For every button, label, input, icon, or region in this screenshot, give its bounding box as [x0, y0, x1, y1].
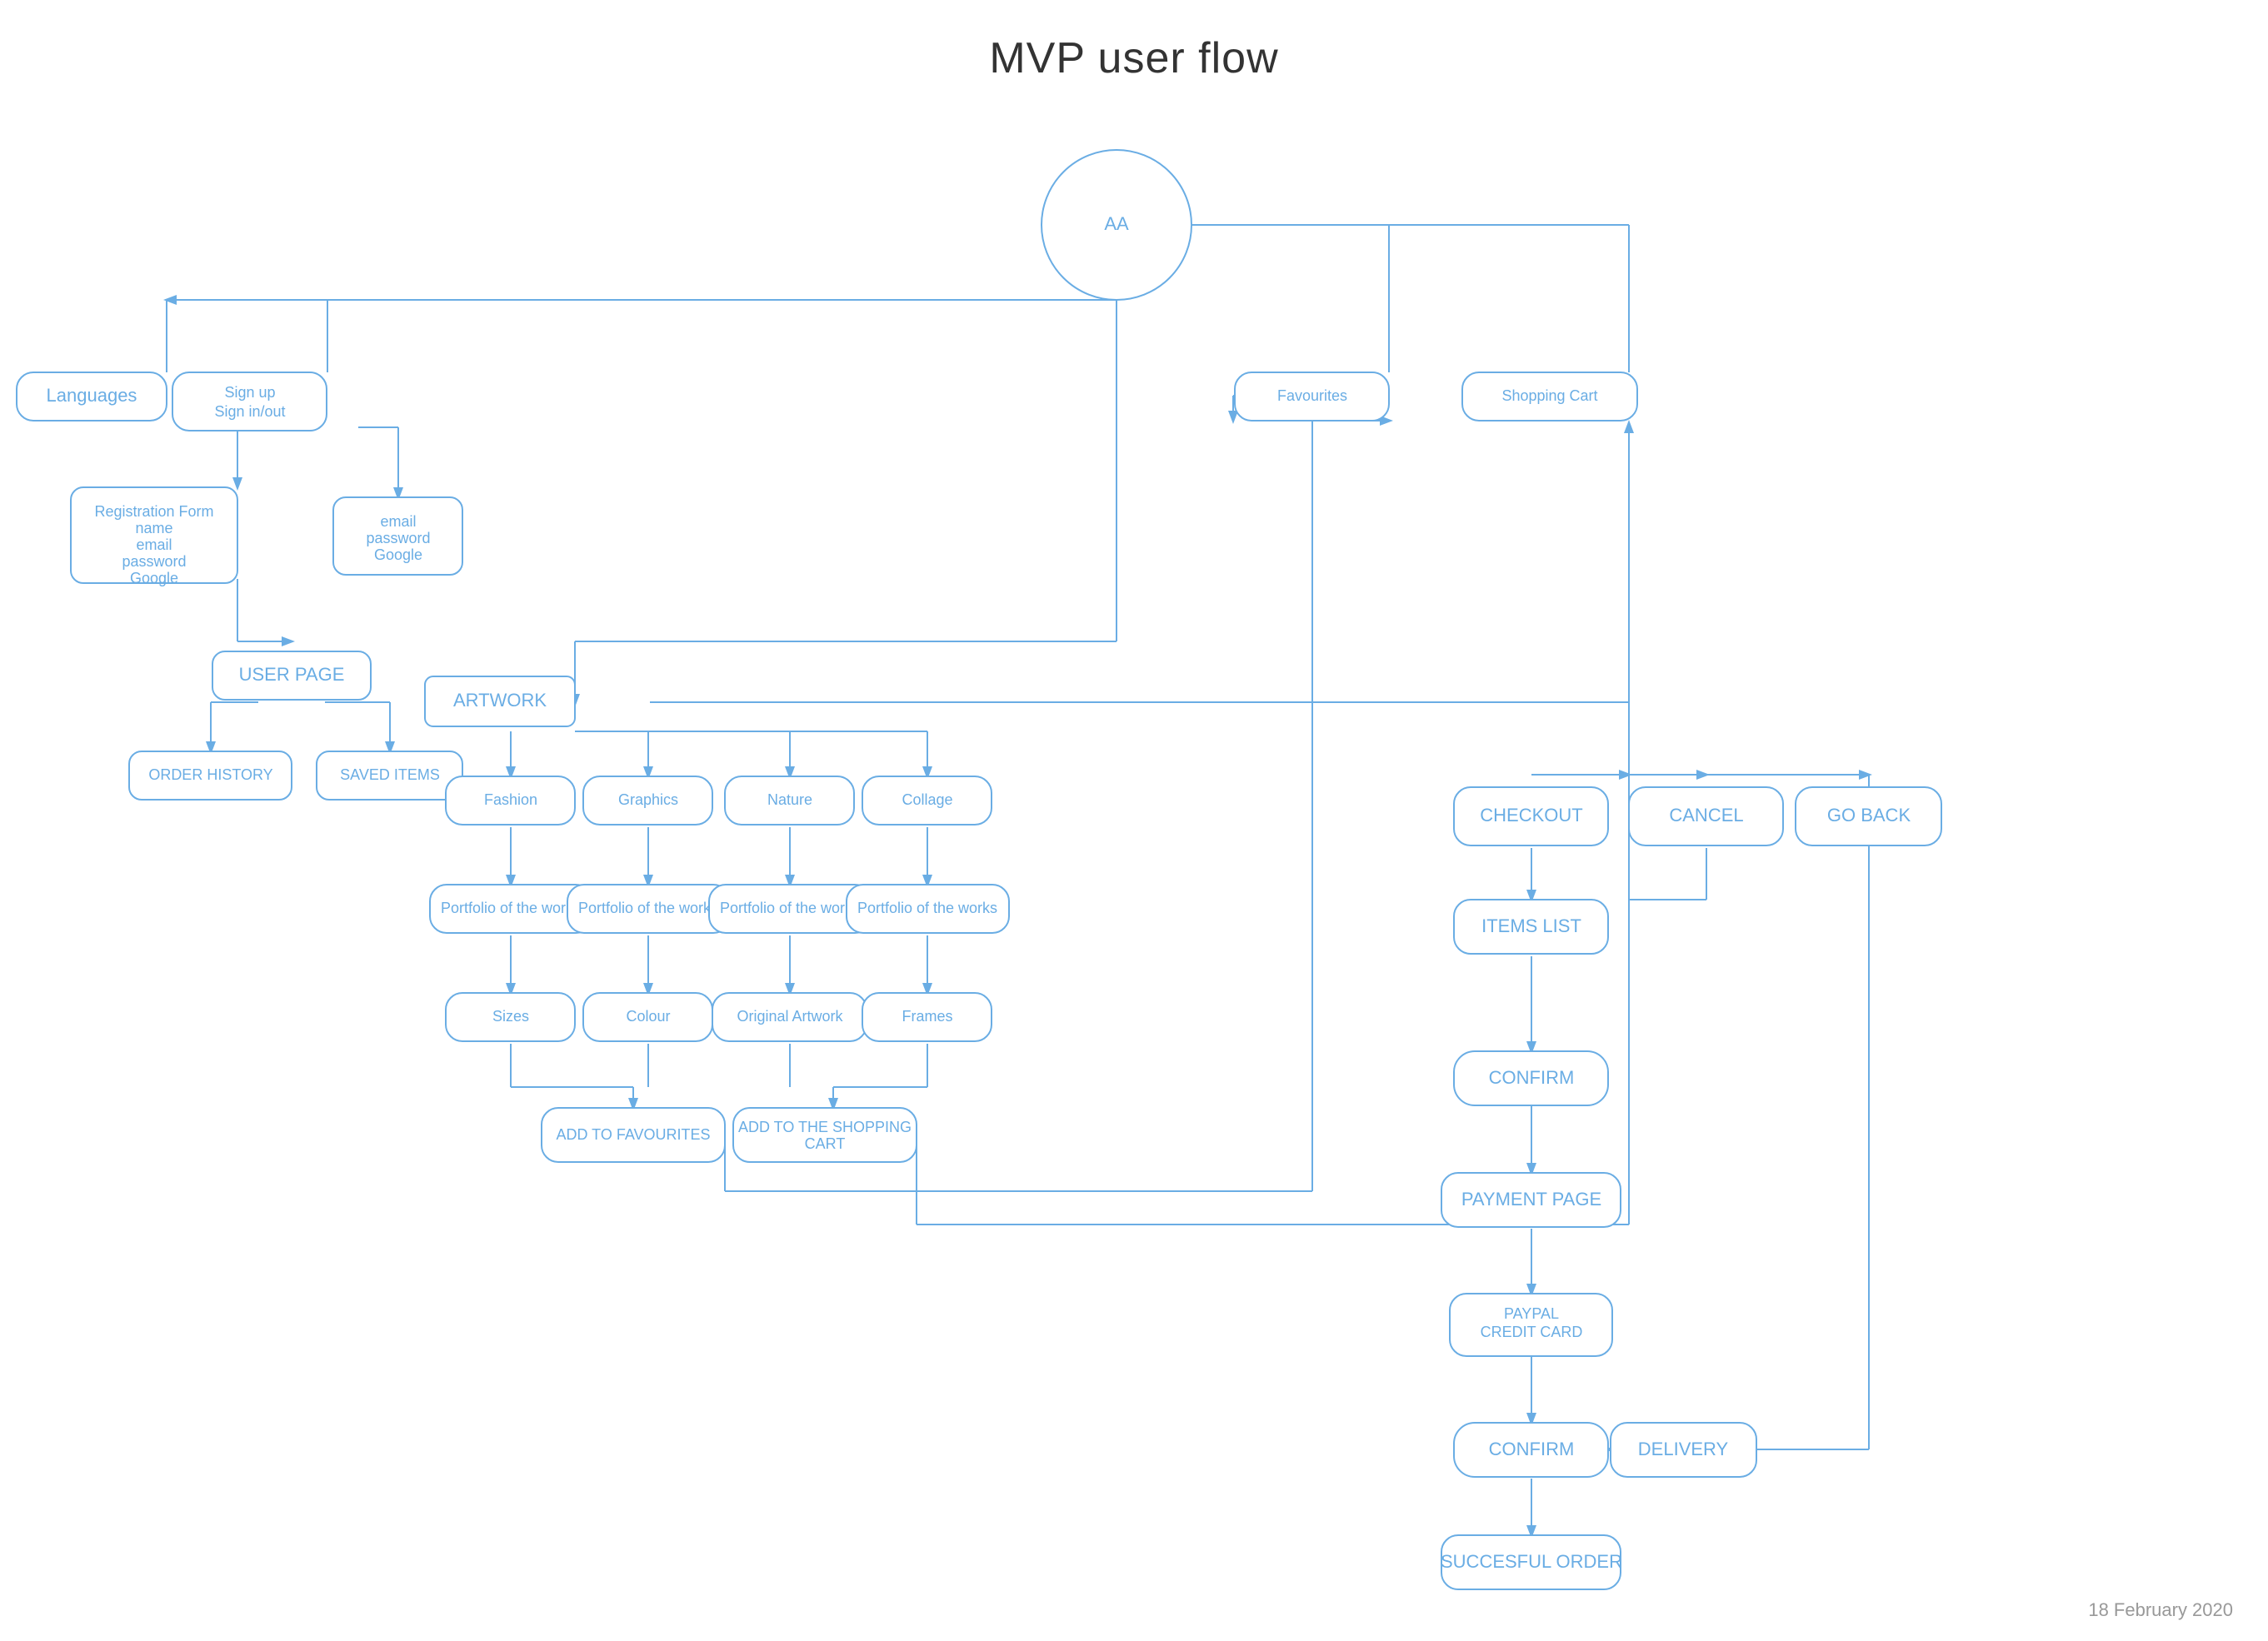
node-languages-label: Languages: [47, 385, 137, 406]
node-paypal-label1: PAYPAL: [1504, 1305, 1559, 1322]
node-portfolio2-label: Portfolio of the works: [578, 900, 718, 916]
node-saveditems-label: SAVED ITEMS: [340, 766, 440, 783]
node-emailpw-label3: Google: [374, 546, 422, 563]
node-registration-label3: email: [136, 536, 172, 553]
node-registration-label5: Google: [130, 570, 178, 586]
node-cancel-label: CANCEL: [1669, 805, 1743, 825]
node-emailpw-label1: email: [380, 513, 416, 530]
node-delivery-label: DELIVERY: [1638, 1439, 1729, 1459]
node-signup-label1: Sign up: [224, 384, 275, 401]
node-frames-label: Frames: [902, 1008, 952, 1025]
node-orderhistory-label: ORDER HISTORY: [148, 766, 272, 783]
node-addtocart-label2: CART: [805, 1135, 846, 1152]
node-paymentpage-label: PAYMENT PAGE: [1461, 1189, 1601, 1210]
node-portfolio4-label: Portfolio of the works: [857, 900, 997, 916]
node-aa-label: AA: [1104, 213, 1129, 234]
node-userpage-label: USER PAGE: [239, 664, 345, 685]
node-registration-label2: name: [135, 520, 172, 536]
node-confirm2-label: CONFIRM: [1489, 1439, 1575, 1459]
node-itemslist-label: ITEMS LIST: [1481, 915, 1581, 936]
node-favourites-label: Favourites: [1277, 387, 1347, 404]
node-graphics-label: Graphics: [618, 791, 678, 808]
node-successfulorder-label: SUCCESFUL ORDER: [1441, 1551, 1622, 1572]
date-label: 18 February 2020: [2088, 1599, 2233, 1620]
node-signup-label2: Sign in/out: [214, 403, 285, 420]
node-paypal-label2: CREDIT CARD: [1481, 1324, 1583, 1340]
node-sizes-label: Sizes: [492, 1008, 529, 1025]
node-signup: [172, 372, 327, 431]
node-checkout-label: CHECKOUT: [1480, 805, 1582, 825]
node-goback-label: GO BACK: [1827, 805, 1911, 825]
node-nature-label: Nature: [767, 791, 812, 808]
node-confirm1-label: CONFIRM: [1489, 1067, 1575, 1088]
node-addtocart-label1: ADD TO THE SHOPPING: [738, 1119, 912, 1135]
node-collage-label: Collage: [902, 791, 952, 808]
node-emailpw-label2: password: [366, 530, 430, 546]
node-artwork-label: ARTWORK: [453, 690, 547, 711]
node-originalartwork-label: Original Artwork: [737, 1008, 843, 1025]
node-addtofavourites-label: ADD TO FAVOURITES: [556, 1126, 710, 1143]
diagram-svg: AA Languages Sign up Sign in/out Registr…: [0, 0, 2268, 1641]
node-portfolio3-label: Portfolio of the works: [720, 900, 860, 916]
node-registration-label4: password: [122, 553, 186, 570]
node-colour-label: Colour: [626, 1008, 670, 1025]
node-registration-label1: Registration Form: [94, 503, 213, 520]
node-portfolio1-label: Portfolio of the works: [441, 900, 581, 916]
node-fashion-label: Fashion: [484, 791, 537, 808]
node-shoppingcart-label: Shopping Cart: [1501, 387, 1597, 404]
